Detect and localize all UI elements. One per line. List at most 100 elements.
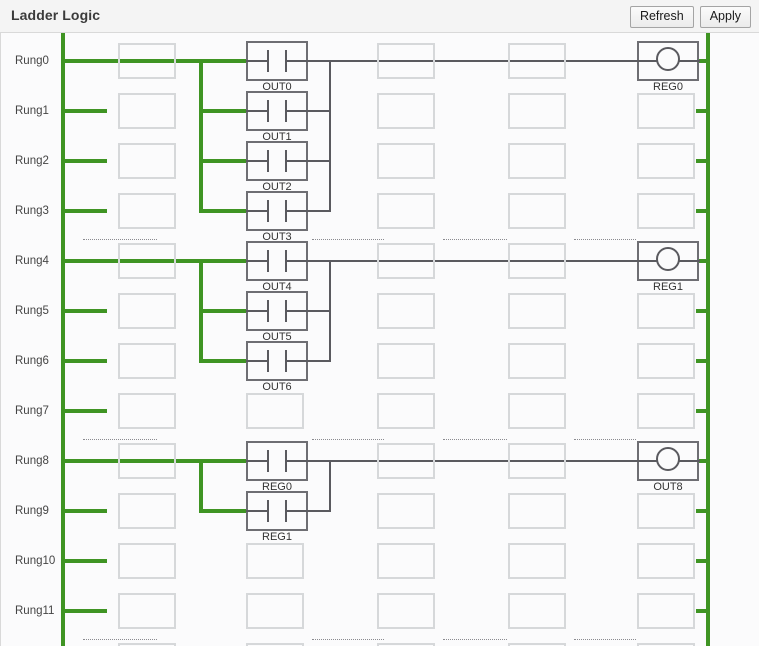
contact-lead: [246, 210, 267, 212]
branch-lead-green: [199, 309, 246, 313]
empty-slot[interactable]: [377, 593, 435, 629]
coil-element[interactable]: OUT8: [637, 441, 699, 493]
coil-icon: [656, 447, 680, 471]
empty-slot[interactable]: [508, 593, 566, 629]
empty-slot[interactable]: [377, 293, 435, 329]
coil-to-rail-dark: [699, 460, 700, 462]
contact-lead: [246, 60, 267, 62]
branch-bus-green: [199, 459, 203, 513]
empty-slot[interactable]: [637, 593, 695, 629]
empty-slot[interactable]: [118, 443, 176, 479]
empty-slot[interactable]: [118, 393, 176, 429]
contact-element[interactable]: OUT4: [246, 241, 308, 293]
normally-open-contact-icon: [267, 350, 269, 372]
empty-slot[interactable]: [508, 343, 566, 379]
coil-to-rail-dark: [699, 260, 700, 262]
page-title: Ladder Logic: [11, 7, 101, 23]
rung-label: Rung1: [15, 105, 49, 117]
contact-element[interactable]: REG1: [246, 491, 308, 543]
empty-slot[interactable]: [637, 193, 695, 229]
empty-slot[interactable]: [508, 143, 566, 179]
empty-slot[interactable]: [118, 493, 176, 529]
contact-element[interactable]: OUT5: [246, 291, 308, 343]
rail-stub-left: [61, 159, 107, 163]
contact-element[interactable]: OUT1: [246, 91, 308, 143]
empty-slot[interactable]: [246, 543, 304, 579]
empty-slot[interactable]: [377, 393, 435, 429]
empty-slot[interactable]: [508, 193, 566, 229]
rung-group-separator: [83, 639, 157, 640]
empty-slot[interactable]: [246, 593, 304, 629]
normally-open-contact-icon: [285, 500, 287, 522]
empty-slot[interactable]: [246, 393, 304, 429]
rail-stub-right: [696, 609, 710, 613]
empty-slot[interactable]: [118, 243, 176, 279]
empty-slot[interactable]: [377, 243, 435, 279]
empty-slot[interactable]: [637, 543, 695, 579]
branch-lead-green: [199, 209, 246, 213]
empty-slot[interactable]: [377, 93, 435, 129]
normally-open-contact-icon: [285, 200, 287, 222]
empty-slot[interactable]: [118, 593, 176, 629]
empty-slot[interactable]: [508, 43, 566, 79]
branch-return-dark: [308, 210, 331, 212]
empty-slot[interactable]: [637, 343, 695, 379]
rung-label: Rung5: [15, 305, 49, 317]
empty-slot[interactable]: [118, 43, 176, 79]
normally-open-contact-icon: [267, 300, 269, 322]
panel-header: Ladder Logic Refresh Apply: [0, 0, 759, 33]
empty-slot[interactable]: [637, 393, 695, 429]
empty-slot[interactable]: [508, 543, 566, 579]
empty-slot[interactable]: [508, 243, 566, 279]
empty-slot[interactable]: [377, 193, 435, 229]
empty-slot[interactable]: [508, 443, 566, 479]
branch-return-dark: [308, 360, 331, 362]
empty-slot[interactable]: [377, 493, 435, 529]
rung-label: Rung4: [15, 255, 49, 267]
empty-slot[interactable]: [118, 293, 176, 329]
rung-label: Rung11: [15, 605, 55, 617]
contact-element[interactable]: OUT0: [246, 41, 308, 93]
empty-slot[interactable]: [377, 343, 435, 379]
empty-slot[interactable]: [118, 143, 176, 179]
coil-element[interactable]: REG0: [637, 41, 699, 93]
empty-slot[interactable]: [118, 543, 176, 579]
power-rail-left: [61, 33, 65, 646]
empty-slot[interactable]: [508, 493, 566, 529]
contact-element[interactable]: OUT3: [246, 191, 308, 243]
normally-open-contact-icon: [267, 200, 269, 222]
empty-slot[interactable]: [377, 43, 435, 79]
coil-icon: [656, 47, 680, 71]
empty-slot[interactable]: [377, 143, 435, 179]
contact-element[interactable]: OUT6: [246, 341, 308, 393]
element-label: REG1: [262, 531, 292, 543]
empty-slot[interactable]: [508, 393, 566, 429]
coil-element[interactable]: REG1: [637, 241, 699, 293]
refresh-button[interactable]: Refresh: [629, 6, 694, 28]
contact-lead: [246, 460, 267, 462]
empty-slot[interactable]: [118, 193, 176, 229]
empty-slot[interactable]: [637, 143, 695, 179]
contact-element[interactable]: OUT2: [246, 141, 308, 193]
element-label: REG1: [653, 281, 683, 293]
branch-return-dark: [308, 460, 331, 462]
rail-stub-right: [696, 109, 710, 113]
empty-slot[interactable]: [508, 293, 566, 329]
rung-group-separator: [312, 439, 384, 440]
contact-lead: [287, 360, 308, 362]
apply-button[interactable]: Apply: [699, 6, 751, 28]
rung-group-separator: [443, 439, 507, 440]
empty-slot[interactable]: [377, 443, 435, 479]
branch-join-dark: [329, 460, 331, 512]
empty-slot[interactable]: [118, 343, 176, 379]
contact-element[interactable]: REG0: [246, 441, 308, 493]
rung-group-separator: [443, 239, 507, 240]
empty-slot[interactable]: [508, 93, 566, 129]
empty-slot[interactable]: [637, 493, 695, 529]
branch-lead-green: [199, 159, 246, 163]
empty-slot[interactable]: [637, 293, 695, 329]
empty-slot[interactable]: [637, 93, 695, 129]
contact-lead: [246, 360, 267, 362]
empty-slot[interactable]: [377, 543, 435, 579]
empty-slot[interactable]: [118, 93, 176, 129]
